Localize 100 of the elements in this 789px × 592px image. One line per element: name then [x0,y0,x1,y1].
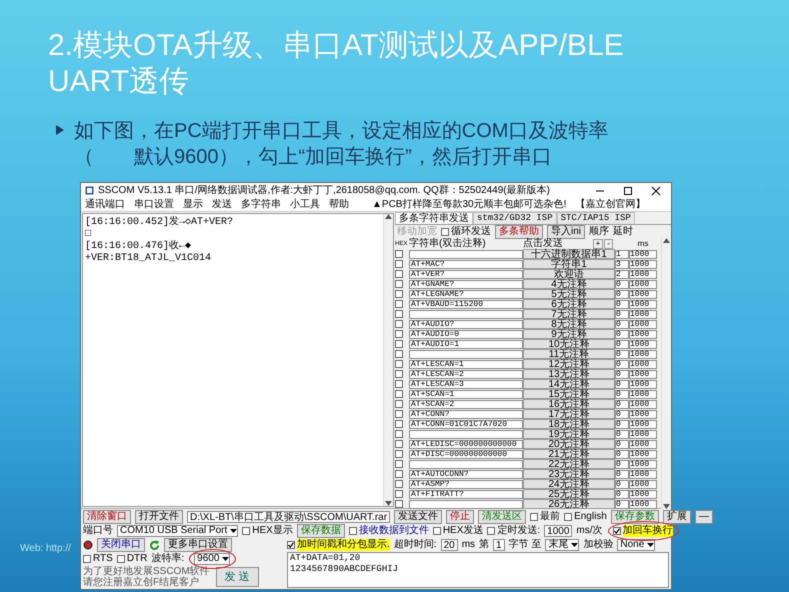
refresh-icon[interactable] [149,540,160,550]
dropdown[interactable]: COM10 USB Serial Port [117,525,238,537]
checkbox[interactable] [530,513,538,521]
action-button[interactable]: — [694,510,713,524]
checkbox[interactable] [612,527,621,535]
action-button[interactable]: 停止 [446,510,474,524]
order-field[interactable]: 0 [615,440,629,448]
delay-field[interactable]: 1000 [629,260,657,268]
checkbox[interactable] [395,300,403,308]
checkbox-label[interactable]: RTS [93,553,113,565]
delay-field[interactable]: 1000 [629,330,657,338]
website-link[interactable]: 【嘉立创官网】 [575,198,646,210]
command-field[interactable]: AT+LESCAN=2 [409,370,523,378]
menu-item[interactable]: 通讯端口 [85,198,125,210]
order-field[interactable]: 0 [615,360,629,368]
send-row-button[interactable]: 5无注释 [523,289,615,299]
menu-item[interactable]: 帮助 [329,198,349,210]
order-field[interactable]: 0 [615,330,629,338]
delay-field[interactable]: 1000 [629,380,657,388]
send-row-button[interactable]: 6无注释 [523,299,615,309]
input-field[interactable]: D:\XL-BT\串口工具及驱动\SSCOM\UART.rar [187,511,390,523]
action-button[interactable]: 清除窗口 [83,510,131,524]
delay-field[interactable]: 1000 [629,470,657,478]
command-field[interactable] [409,460,523,468]
order-field[interactable]: 0 [615,490,629,498]
delay-field[interactable]: 1000 [629,350,657,358]
checkbox[interactable] [487,527,496,535]
send-row-button[interactable]: 21无注释 [523,449,615,459]
command-field[interactable]: AT+AUDIO=1 [409,340,523,348]
tab[interactable]: STC/IAP15 ISP [556,212,635,224]
delay-field[interactable]: 1000 [629,490,657,498]
delay-field[interactable]: 1000 [629,410,657,418]
send-row-button[interactable]: 8无注释 [523,319,615,329]
command-field[interactable]: AT+AUDIO=0 [409,330,523,338]
checkbox-label[interactable]: 接收数据到文件 [358,525,429,537]
command-field[interactable]: AT+LESCAN=3 [409,380,523,388]
delay-field[interactable]: 1000 [629,390,657,398]
dropdown[interactable]: 9600 [194,553,230,565]
checkbox[interactable] [395,280,403,288]
checkbox[interactable] [395,480,403,488]
send-row-button[interactable]: 4无注释 [523,279,615,289]
scroll-up-icon[interactable] [663,238,670,243]
delay-field[interactable]: 1000 [629,370,657,378]
action-button[interactable]: 扩展 [662,510,691,524]
input-field[interactable]: 1000 [544,525,572,537]
order-field[interactable]: 1 [615,250,629,258]
command-field[interactable]: AT+LESCAN=1 [409,360,523,368]
order-field[interactable]: 0 [615,470,629,478]
checkbox-label[interactable]: HEX显示 [252,525,293,537]
send-row-button[interactable]: 字符串1 [523,259,615,269]
order-field[interactable]: 0 [615,300,629,308]
input-field[interactable]: 20 [440,539,458,551]
send-row-button[interactable]: 24无注释 [523,479,615,489]
checkbox[interactable] [395,380,403,388]
send-row-button[interactable]: 18无注释 [523,419,615,429]
send-row-button[interactable]: 22无注释 [523,459,615,469]
menu-item[interactable]: 多字符串 [241,198,281,210]
send-row-button[interactable]: 9无注释 [523,329,615,339]
checkbox[interactable] [395,470,403,478]
close-icon[interactable] [651,186,661,196]
order-field[interactable]: 0 [615,420,629,428]
command-field[interactable]: AT+GNAME? [409,280,523,288]
delay-field[interactable]: 1000 [629,270,657,278]
order-field[interactable]: 0 [615,310,629,318]
dropdown[interactable]: None [617,539,656,551]
send-row-button[interactable]: 14无注释 [523,379,615,389]
delay-field[interactable]: 1000 [629,420,657,428]
command-field[interactable]: AT+VBAUD=115200 [409,300,523,308]
checkbox-label[interactable]: 定时发送: [497,525,540,537]
checkbox[interactable] [395,360,403,368]
checkbox-label[interactable]: 加时间戳和分包显示. [297,539,390,551]
send-row-button[interactable]: 15无注释 [523,389,615,399]
order-field[interactable]: 0 [615,280,629,288]
receive-area[interactable]: [16:16:00.452]发→◇AT+VER? □ [16:16:00.476]收←◆ +VER:BT18_ATJL_V1C014 [82,213,394,507]
checkbox[interactable] [395,400,403,408]
scrollbar[interactable] [383,214,393,506]
send-text-area[interactable]: AT+DATA=01,20 1234567890ABCDEFGHIJ [287,552,669,588]
command-field[interactable]: AT+SCAN=1 [409,390,523,398]
send-row-button[interactable]: 17无注释 [523,409,615,419]
order-field[interactable]: 0 [615,390,629,398]
checkbox[interactable] [116,555,125,563]
tab[interactable]: stm32/GD32 ISP [473,212,557,224]
send-row-button[interactable]: 23无注释 [523,469,615,479]
checkbox[interactable] [395,390,403,398]
order-field[interactable]: 3 [615,260,629,268]
send-row-button[interactable]: 12无注释 [523,359,615,369]
scroll-down-icon[interactable] [385,501,392,506]
command-field[interactable]: AT+LEDISC=000000000000 [409,440,523,448]
send-row-button[interactable]: 25无注释 [523,489,615,499]
command-field[interactable]: AT+MAC? [409,260,523,268]
delay-field[interactable]: 1000 [629,250,657,258]
checkbox-label[interactable]: English [574,511,607,523]
checkbox[interactable] [395,340,403,348]
send-row-button[interactable]: 16无注释 [523,399,615,409]
checkbox[interactable] [242,527,250,535]
add-button[interactable]: + [592,238,604,248]
checkbox[interactable] [395,460,403,468]
checkbox[interactable] [395,450,403,458]
delay-field[interactable]: 1000 [629,340,657,348]
checkbox[interactable] [395,250,403,258]
